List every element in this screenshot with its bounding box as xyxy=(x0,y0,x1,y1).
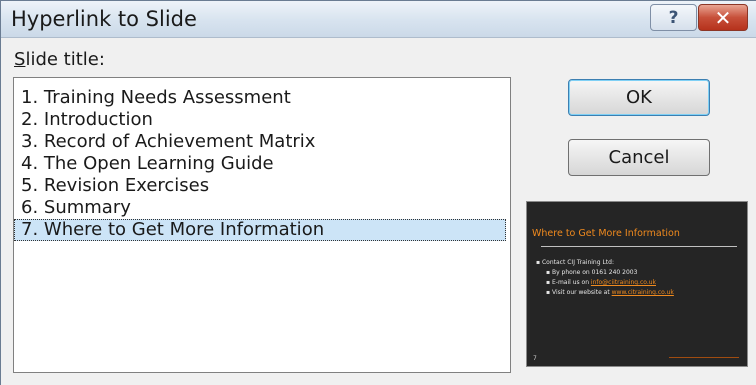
preview-bullet: ▪ Contact CIJ Training Ltd: xyxy=(536,259,614,266)
help-button[interactable]: ? xyxy=(650,4,697,31)
slide-preview: Where to Get More Information ▪ Contact … xyxy=(526,201,748,367)
preview-email-link: info@ciitraining.co.uk xyxy=(590,279,657,286)
list-item[interactable]: 6. Summary xyxy=(14,197,510,219)
preview-bullet: ▪ By phone on 0161 240 2003 xyxy=(546,269,638,276)
title-bar: Hyperlink to Slide ? ✕ xyxy=(1,1,756,38)
preview-line-1: Contact CIJ Training Ltd: xyxy=(541,259,614,266)
hyperlink-to-slide-dialog: Hyperlink to Slide ? ✕ Slide title: 1. T… xyxy=(0,0,756,385)
list-item[interactable]: 3. Record of Achievement Matrix xyxy=(14,131,510,153)
help-icon: ? xyxy=(668,7,679,28)
slide-title-label-accelerator: S xyxy=(14,49,26,70)
list-item[interactable]: 2. Introduction xyxy=(14,109,510,131)
preview-title: Where to Get More Information xyxy=(532,228,680,239)
preview-divider xyxy=(541,246,737,247)
preview-line-3: E-mail us on xyxy=(551,279,591,286)
preview-bullet: ▪ Visit our website at www.citraining.co… xyxy=(546,289,674,296)
dialog-title: Hyperlink to Slide xyxy=(11,7,197,31)
list-item[interactable]: 1. Training Needs Assessment xyxy=(14,87,510,109)
preview-bullet: ▪ E-mail us on info@ciitraining.co.uk xyxy=(546,279,657,286)
cancel-button[interactable]: Cancel xyxy=(568,139,710,176)
close-icon: ✕ xyxy=(714,5,732,30)
preview-body: ▪ Contact CIJ Training Ltd: ▪ By phone o… xyxy=(536,258,674,298)
preview-line-2: By phone on 0161 240 2003 xyxy=(551,269,638,276)
preview-web-link: www.citraining.co.uk xyxy=(611,289,674,296)
ok-button[interactable]: OK xyxy=(568,79,710,116)
preview-slide-number: 7 xyxy=(533,355,537,362)
slide-title-label: Slide title: xyxy=(14,49,105,70)
slide-title-listbox[interactable]: 1. Training Needs Assessment 2. Introduc… xyxy=(13,77,511,373)
list-item[interactable]: 5. Revision Exercises xyxy=(14,175,510,197)
slide-title-label-text: lide title: xyxy=(25,49,105,70)
preview-footer-line xyxy=(669,357,739,358)
list-item-selected[interactable]: 7. Where to Get More Information xyxy=(14,219,506,241)
list-item[interactable]: 4. The Open Learning Guide xyxy=(14,153,510,175)
close-button[interactable]: ✕ xyxy=(698,4,748,31)
preview-line-4: Visit our website at xyxy=(551,289,612,296)
